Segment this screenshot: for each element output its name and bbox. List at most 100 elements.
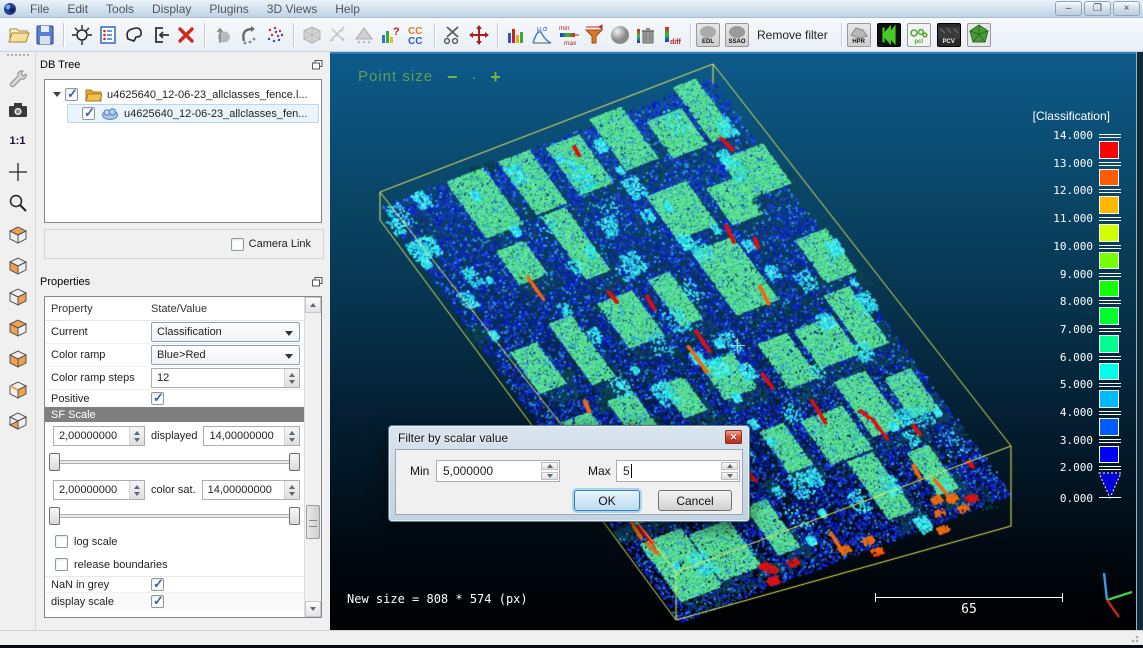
slider-handle-right[interactable] <box>289 453 300 471</box>
minmax-icon[interactable]: minmax <box>555 22 581 48</box>
open-icon[interactable] <box>6 22 32 48</box>
histogram-icon[interactable] <box>503 22 529 48</box>
tree-item-group[interactable]: u4625640_12-06-23_allclasses_fence.l... <box>45 85 321 104</box>
display-scale-checkbox[interactable] <box>151 595 164 608</box>
expander-icon[interactable] <box>53 92 61 97</box>
col-state-value: State/Value <box>151 303 304 315</box>
filter-dialog-title: Filter by scalar value <box>398 431 508 445</box>
menu-file[interactable]: File <box>21 1 58 17</box>
pick-center-icon[interactable] <box>4 158 32 186</box>
scroll-down-button[interactable] <box>305 601 321 617</box>
tree-item-checkbox[interactable] <box>82 107 95 120</box>
cancel-button[interactable]: Cancel <box>658 490 732 511</box>
normals-icon[interactable] <box>210 22 236 48</box>
ok-button[interactable]: OK <box>574 490 640 511</box>
sf-displayed-min-spinbox[interactable]: 2,00000000 <box>53 426 145 446</box>
sf-saturation-slider[interactable] <box>55 506 294 526</box>
properties-float-icon[interactable] <box>310 275 324 288</box>
clone-icon[interactable] <box>121 22 147 48</box>
menu-help[interactable]: Help <box>326 1 369 17</box>
compute-stats-icon[interactable]: ? <box>377 22 403 48</box>
apply-icon[interactable] <box>147 22 173 48</box>
view-iso-icon[interactable] <box>4 406 32 434</box>
positive-checkbox[interactable] <box>151 392 164 405</box>
menu-display[interactable]: Display <box>143 1 200 17</box>
close-button[interactable]: × <box>1113 1 1140 16</box>
view-front-icon[interactable] <box>4 220 32 248</box>
tree-item-label[interactable]: u4625640_12-06-23_allclasses_fen... <box>124 108 307 120</box>
restore-button[interactable]: ❐ <box>1084 1 1111 16</box>
view-bottom-icon[interactable] <box>4 313 32 341</box>
scroll-up-button[interactable] <box>305 297 321 313</box>
pcv-button[interactable]: PCV <box>937 22 961 48</box>
display-scale-label: display scale <box>45 596 151 608</box>
log-scale-checkbox[interactable] <box>55 535 68 548</box>
release-boundaries-checkbox[interactable] <box>55 558 68 571</box>
pcl-button[interactable]: pcl <box>907 22 931 48</box>
dialog-close-icon[interactable]: ✕ <box>725 430 742 444</box>
point-size-increase-button[interactable]: + <box>490 70 501 84</box>
view-right-icon[interactable] <box>4 375 32 403</box>
filter-funnel-icon[interactable] <box>581 22 607 48</box>
cc-interpolate-icon[interactable]: CCCC <box>403 22 429 48</box>
sf-displayed-max-spinbox[interactable]: 14,00000000 <box>203 426 300 446</box>
nan-in-grey-checkbox[interactable] <box>151 578 164 591</box>
view-back-icon[interactable] <box>4 282 32 310</box>
point-size-decrease-button[interactable]: − <box>447 70 458 84</box>
zoom-icon[interactable] <box>4 189 32 217</box>
sf-saturation-min-spinbox[interactable]: 2,00000000 <box>53 480 145 500</box>
delete-icon[interactable] <box>173 22 199 48</box>
color-ramp-combobox[interactable]: Blue>Red <box>151 345 300 365</box>
camera-link-checkbox[interactable] <box>231 238 244 251</box>
menu-plugins[interactable]: Plugins <box>200 1 257 17</box>
tree-item-checkbox[interactable] <box>65 88 78 101</box>
viewport-3d[interactable]: Point size − · + [Classification] 14.000… <box>330 52 1136 630</box>
facets-button[interactable] <box>967 22 991 48</box>
edl-button[interactable]: EDL <box>696 22 720 48</box>
transform-icon[interactable] <box>69 22 95 48</box>
ssao-button[interactable]: SSAO <box>725 22 749 48</box>
menu-tools[interactable]: Tools <box>97 1 143 17</box>
svg-text:CC: CC <box>408 36 422 47</box>
slider-handle-right[interactable] <box>289 507 300 525</box>
sf-diff-icon[interactable]: diff <box>659 22 685 48</box>
sf-displayed-slider[interactable] <box>55 452 294 472</box>
cross-section-icon[interactable] <box>440 22 466 48</box>
hpr-button[interactable]: HPR <box>847 22 871 48</box>
tree-item-label[interactable]: u4625640_12-06-23_allclasses_fence.l... <box>107 89 308 101</box>
remove-filter-button[interactable]: Remove filter <box>749 28 836 42</box>
scroll-thumb[interactable] <box>306 505 320 539</box>
resize-grip[interactable] <box>1131 633 1141 643</box>
noise-dots-icon[interactable] <box>262 22 288 48</box>
slider-handle-left[interactable] <box>49 453 60 471</box>
sample-points-icon[interactable] <box>325 22 351 48</box>
current-sf-combobox[interactable]: Classification <box>151 322 300 342</box>
minimize-button[interactable]: – <box>1055 1 1082 16</box>
slider-handle-left[interactable] <box>49 507 60 525</box>
color-ramp-steps-spinbox[interactable]: 12 <box>151 368 300 388</box>
gauss-icon[interactable]: μ,σ <box>529 22 555 48</box>
subsample-icon[interactable] <box>236 22 262 48</box>
screenshot-icon[interactable] <box>4 96 32 124</box>
save-icon[interactable] <box>32 22 58 48</box>
db-tree-float-icon[interactable] <box>310 58 324 71</box>
kinect-button[interactable] <box>877 22 901 48</box>
toolbar-grip[interactable] <box>7 54 29 59</box>
properties-scrollbar[interactable] <box>304 297 321 617</box>
zoom-1-1-icon[interactable]: 1:1 <box>4 127 32 155</box>
translate-rotate-icon[interactable] <box>466 22 492 48</box>
properties-list-icon[interactable] <box>95 22 121 48</box>
wrench-icon[interactable] <box>4 65 32 93</box>
sf-saturation-max-spinbox[interactable]: 14,00000000 <box>202 480 300 500</box>
max-value-spinbox[interactable]: 5 <box>616 460 740 482</box>
menu-edit[interactable]: Edit <box>58 1 97 17</box>
smooth-icon[interactable] <box>351 22 377 48</box>
menu-3d-views[interactable]: 3D Views <box>258 1 326 17</box>
tree-item-cloud[interactable]: u4625640_12-06-23_allclasses_fen... <box>67 104 319 123</box>
min-value-spinbox[interactable]: 5,000000 <box>436 460 560 482</box>
delete-sf-icon[interactable] <box>633 22 659 48</box>
mesh-icon[interactable] <box>299 22 325 48</box>
sphere-icon[interactable] <box>607 22 633 48</box>
view-top-icon[interactable] <box>4 251 32 279</box>
view-left-icon[interactable] <box>4 344 32 372</box>
